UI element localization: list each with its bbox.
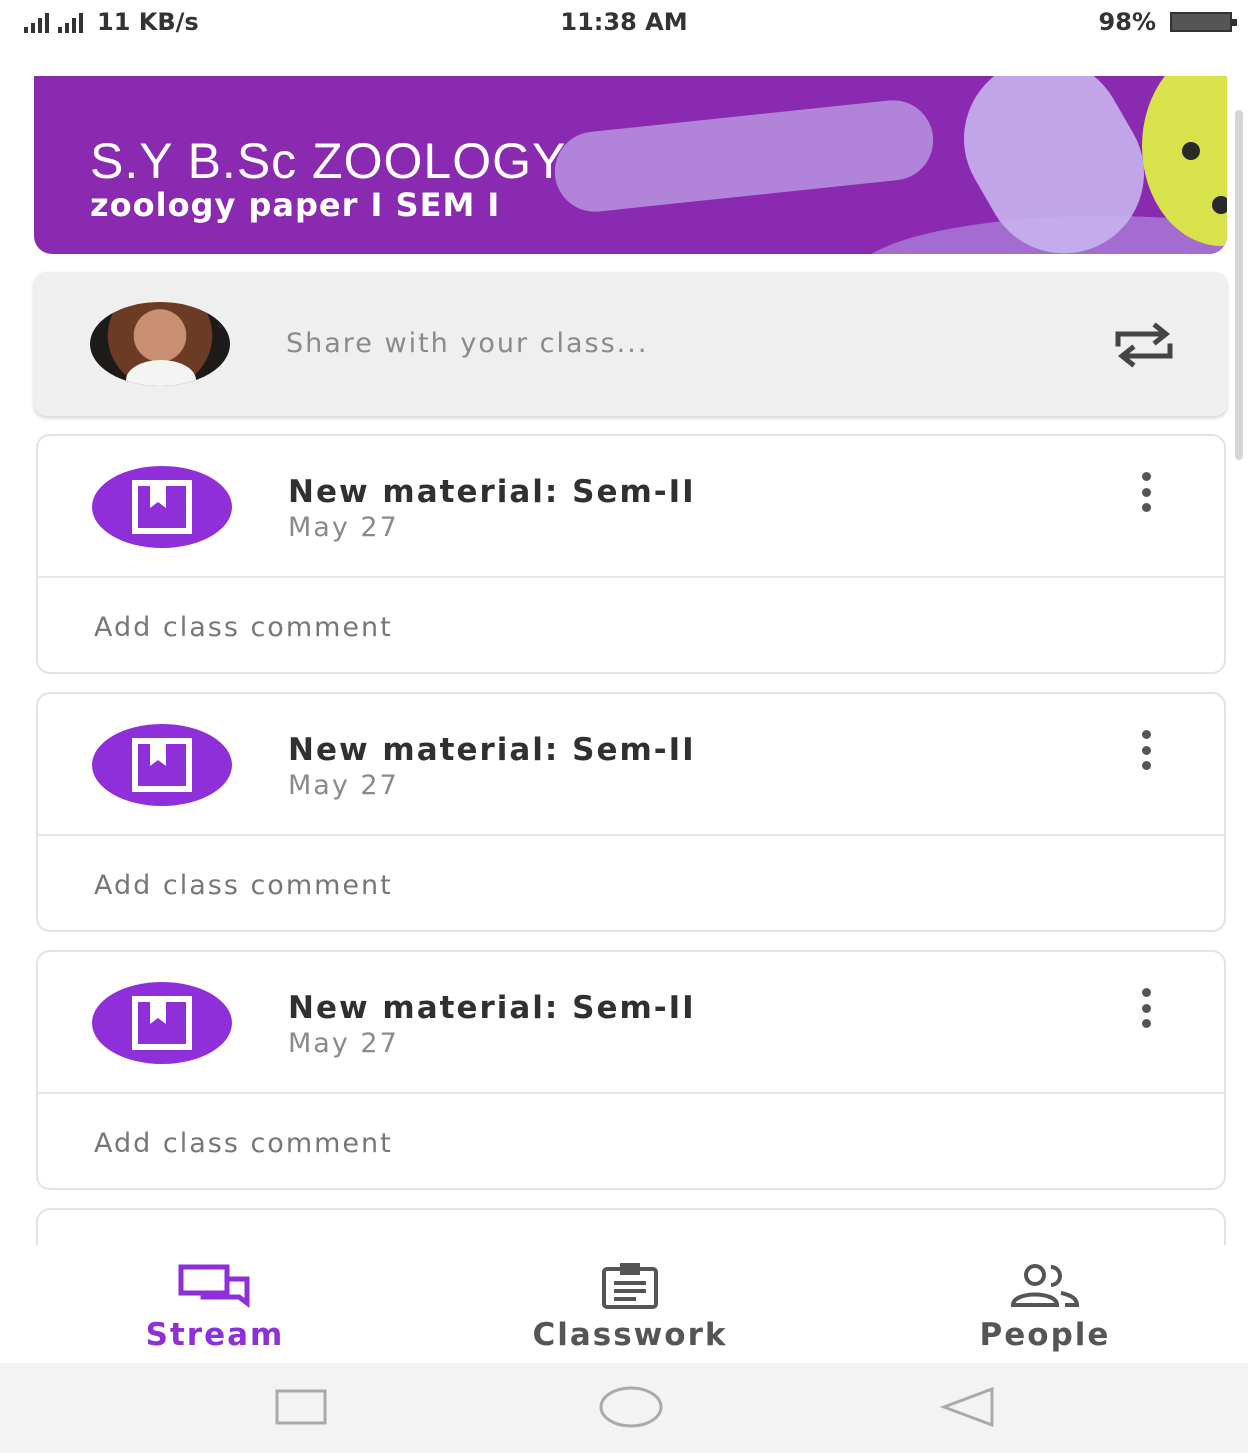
nav-people-label: People (979, 1317, 1111, 1353)
bottom-nav: Stream Classwork People (0, 1245, 1248, 1363)
more-options-icon[interactable] (1134, 472, 1158, 512)
class-subtitle: zoology paper I SEM I (90, 186, 501, 224)
post-title[interactable]: New material: Sem-II (288, 474, 696, 510)
repost-icon[interactable] (1112, 322, 1176, 368)
class-banner[interactable]: S.Y B.Sc ZOOLOGY zoology paper I SEM I (34, 76, 1227, 254)
more-options-icon[interactable] (1134, 730, 1158, 770)
post-header: New material: Sem-II May 27 (38, 436, 1224, 578)
material-icon (92, 466, 232, 548)
people-icon (1010, 1264, 1080, 1307)
share-input-placeholder[interactable]: Share with your class... (286, 328, 648, 359)
post-title[interactable]: New material: Sem-II (288, 732, 696, 768)
material-icon (92, 724, 232, 806)
post-card[interactable]: New material: Sem-II May 27 Add class co… (36, 950, 1226, 1190)
more-options-icon[interactable] (1134, 988, 1158, 1028)
status-right: 98% (1098, 8, 1237, 36)
banner-decoration (550, 96, 938, 216)
battery-percent: 98% (1098, 8, 1156, 36)
nav-stream[interactable]: Stream (130, 1263, 300, 1353)
add-comment-button[interactable]: Add class comment (94, 870, 393, 901)
scrollbar[interactable] (1235, 110, 1243, 460)
status-time: 11:38 AM (560, 8, 688, 36)
recents-icon[interactable] (274, 1385, 328, 1429)
class-title: S.Y B.Sc ZOOLOGY (90, 133, 567, 189)
share-box[interactable]: Share with your class... (34, 272, 1227, 416)
post-title[interactable]: New material: Sem-II (288, 990, 696, 1026)
nav-stream-label: Stream (145, 1317, 285, 1353)
material-icon (92, 982, 232, 1064)
status-bar: 11 KB/s 11:38 AM 98% (0, 0, 1248, 46)
nav-people[interactable]: People (960, 1263, 1130, 1353)
avatar (90, 302, 230, 386)
nav-classwork[interactable]: Classwork (500, 1263, 760, 1353)
post-date: May 27 (288, 770, 399, 801)
add-comment-button[interactable]: Add class comment (94, 612, 393, 643)
post-header: New material: Sem-II May 27 (38, 694, 1224, 836)
post-header: New material: Sem-II May 27 (38, 952, 1224, 1094)
post-card[interactable]: New material: Sem-II May 27 Add class co… (36, 434, 1226, 674)
classwork-icon (602, 1263, 658, 1309)
nav-classwork-label: Classwork (532, 1317, 728, 1353)
add-comment-button[interactable]: Add class comment (94, 1128, 393, 1159)
battery-icon (1170, 12, 1237, 32)
post-card[interactable]: New material: Sem-II May 27 Add class co… (36, 692, 1226, 932)
system-nav-bar (0, 1363, 1248, 1453)
post-date: May 27 (288, 1028, 399, 1059)
home-icon[interactable] (598, 1385, 664, 1429)
back-icon[interactable] (938, 1385, 998, 1429)
post-date: May 27 (288, 512, 399, 543)
stream-icon (178, 1264, 250, 1308)
